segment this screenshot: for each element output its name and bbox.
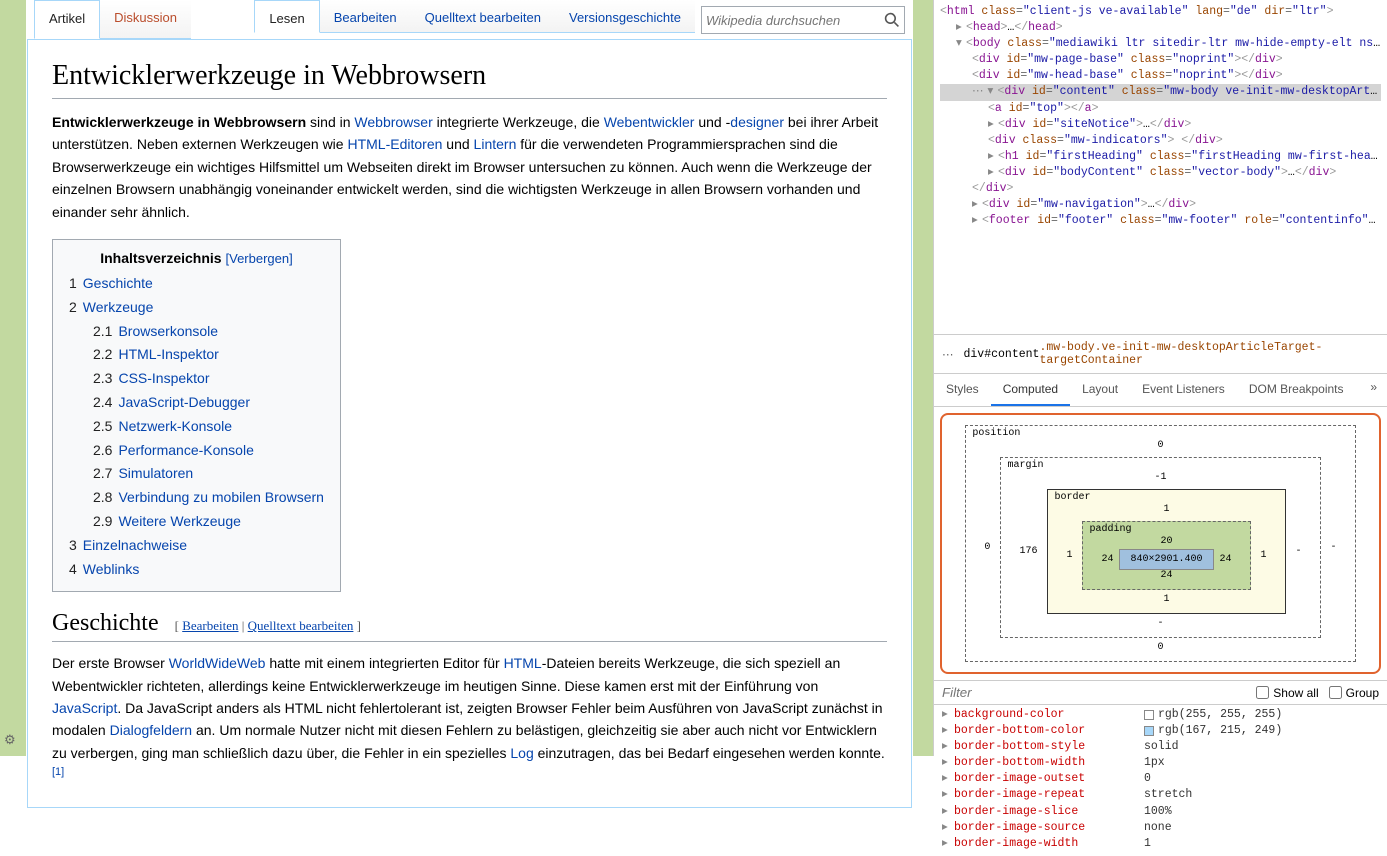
section-body: Der erste Browser WorldWideWeb hatte mit… [52,652,887,787]
tab-event-listeners[interactable]: Event Listeners [1130,374,1237,406]
prop-border-bottom-color[interactable]: ▸border-bottom-colorrgb(167, 215, 249) [942,723,1379,739]
toc-item[interactable]: 3Einzelnachweise [69,534,324,558]
link-html-editoren[interactable]: HTML-Editoren [347,136,442,152]
section-geschichte: Geschichte [ Bearbeiten | Quelltext bear… [52,610,887,642]
toc-item[interactable]: 2.9Weitere Werkzeuge [93,510,324,534]
toc-item[interactable]: 2.5Netzwerk-Konsole [93,415,324,439]
link-lintern[interactable]: Lintern [474,136,517,152]
intro-paragraph: Entwicklerwerkzeuge in Webbrowsern sind … [52,111,887,223]
toc-toggle[interactable]: [Verbergen] [225,251,292,266]
dom-tree[interactable]: <html class="client-js ve-available" lan… [934,0,1387,334]
toc-item[interactable]: 2.7Simulatoren [93,462,324,486]
prop-background-color[interactable]: ▸background-colorrgb(255, 255, 255) [942,707,1379,723]
link-webentwickler[interactable]: Webentwickler [604,114,695,130]
devtools-panel: <html class="client-js ve-available" lan… [933,0,1387,756]
filter-input[interactable] [942,685,1246,700]
toc-title: Inhaltsverzeichnis [100,250,221,266]
toc-item[interactable]: 4Weblinks [69,558,324,582]
toc-item[interactable]: 1Geschichte [69,272,324,296]
prop-border-image-source[interactable]: ▸border-image-sourcenone [942,820,1379,836]
page-title: Entwicklerwerkzeuge in Webbrowsern [52,60,887,99]
toc-item[interactable]: 2.2HTML-Inspektor [93,343,324,367]
link-javascript[interactable]: JavaScript [52,700,117,716]
prop-border-image-repeat[interactable]: ▸border-image-repeatstretch [942,787,1379,803]
toc-item[interactable]: 2.3CSS-Inspektor [93,367,324,391]
page-tabs: ArtikelDiskussion LesenBearbeitenQuellte… [26,0,913,39]
section-edit-links: [ Bearbeiten | Quelltext bearbeiten ] [175,618,361,633]
filter-row: Show all Group [934,680,1387,705]
dom-selected-element[interactable]: ⋯▾<div id="content" class="mw-body ve-in… [940,84,1381,100]
toc-item[interactable]: 2.6Performance-Konsole [93,439,324,463]
tab-versionsgeschichte[interactable]: Versionsgeschichte [555,0,695,33]
prop-border-image-width[interactable]: ▸border-image-width1 [942,836,1379,852]
toc-item[interactable]: 2Werkzeuge [69,296,324,320]
search-icon[interactable] [884,10,900,30]
box-model-content: 840×2901.400 [1119,549,1213,570]
link-log[interactable]: Log [510,745,533,761]
link-webbrowser[interactable]: Webbrowser [354,114,432,130]
link-quelltext-bearbeiten[interactable]: Quelltext bearbeiten [248,618,354,633]
computed-properties: ▸background-colorrgb(255, 255, 255)▸bord… [934,705,1387,854]
tab-bearbeiten[interactable]: Bearbeiten [320,0,411,33]
search-input[interactable] [706,13,884,28]
gear-icon[interactable]: ⚙ [4,732,16,748]
tab-styles[interactable]: Styles [934,374,991,406]
tab-artikel[interactable]: Artikel [34,0,100,39]
toc-item[interactable]: 2.4JavaScript-Debugger [93,391,324,415]
tab-lesen[interactable]: Lesen [254,0,319,33]
reference-1[interactable]: [1] [52,766,64,778]
more-tabs-icon[interactable]: » [1360,374,1387,406]
tab-diskussion[interactable]: Diskussion [100,0,191,39]
dom-breadcrumb[interactable]: ⋯ div#content.mw-body.ve-init-mw-desktop… [934,334,1387,374]
box-model-diagram: position0 0 margin-1 176 border1 1 paddi… [940,413,1381,674]
link-worldwideweb[interactable]: WorldWideWeb [169,655,266,671]
tab-dom-breakpoints[interactable]: DOM Breakpoints [1237,374,1356,406]
intro-bold: Entwicklerwerkzeuge in Webbrowsern [52,114,306,130]
prop-border-bottom-width[interactable]: ▸border-bottom-width1px [942,755,1379,771]
table-of-contents: Inhaltsverzeichnis [Verbergen] 1Geschich… [52,239,341,592]
prop-border-image-slice[interactable]: ▸border-image-slice100% [942,804,1379,820]
link-bearbeiten[interactable]: Bearbeiten [182,618,238,633]
toc-item[interactable]: 2.1Browserkonsole [93,320,324,344]
tab-layout[interactable]: Layout [1070,374,1130,406]
toc-item[interactable]: 2.8Verbindung zu mobilen Browsern [93,486,324,510]
prop-border-image-outset[interactable]: ▸border-image-outset0 [942,771,1379,787]
group-checkbox[interactable]: Group [1329,686,1379,700]
link-dialogfeldern[interactable]: Dialogfeldern [110,722,193,738]
tab-computed[interactable]: Computed [991,374,1070,406]
article-content: Entwicklerwerkzeuge in Webbrowsern Entwi… [27,39,912,808]
link-html[interactable]: HTML [504,655,542,671]
tab-quelltext-bearbeiten[interactable]: Quelltext bearbeiten [411,0,555,33]
show-all-checkbox[interactable]: Show all [1256,686,1318,700]
styles-tabs: StylesComputedLayoutEvent ListenersDOM B… [934,374,1387,407]
search-box[interactable] [701,6,905,34]
link-designer[interactable]: designer [730,114,784,130]
prop-border-bottom-style[interactable]: ▸border-bottom-stylesolid [942,739,1379,755]
